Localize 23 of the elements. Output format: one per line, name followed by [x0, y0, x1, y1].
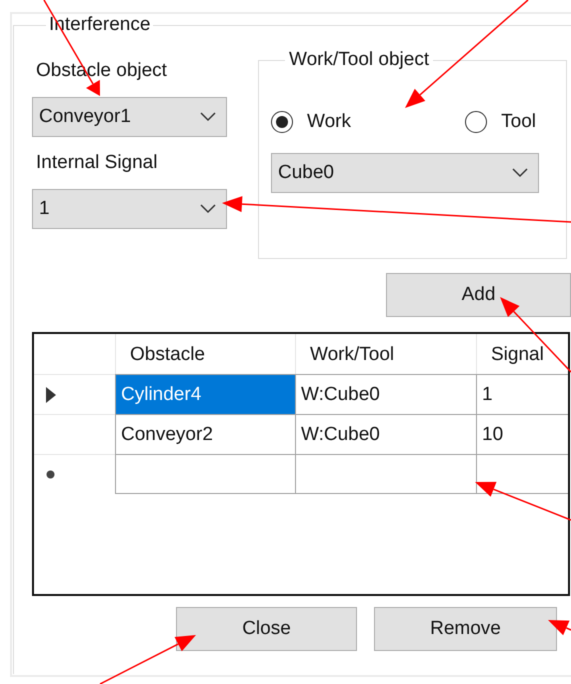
table-cell[interactable]: Cylinder4 — [115, 374, 295, 414]
work-tool-dropdown[interactable]: Cube0 — [271, 153, 539, 193]
field-label: Internal Signal — [36, 151, 158, 175]
radio-option[interactable]: Work — [271, 111, 351, 133]
chevron-down-icon — [200, 204, 216, 214]
chevron-down-icon — [512, 168, 528, 178]
table-cell[interactable]: Conveyor2 — [115, 414, 295, 454]
group-title: Work/Tool object — [288, 49, 430, 71]
annotation-arrow — [548, 620, 571, 636]
new-row-icon — [46, 470, 55, 479]
signal-dropdown[interactable]: 1 — [32, 189, 227, 229]
remove-button[interactable]: Remove — [374, 607, 557, 651]
table-cell[interactable]: W:Cube0 — [295, 374, 476, 414]
close-button[interactable]: Close — [176, 607, 357, 651]
chevron-down-icon — [200, 112, 216, 122]
table-cell[interactable]: 10 — [476, 414, 568, 454]
radio-option[interactable]: Tool — [465, 111, 536, 133]
table-cell[interactable]: 1 — [476, 374, 568, 414]
radio-button[interactable] — [465, 111, 488, 133]
radio-button[interactable] — [271, 111, 293, 133]
table-cell[interactable]: W:Cube0 — [295, 414, 476, 454]
add-button[interactable]: Add — [386, 273, 571, 317]
obstacle-dropdown[interactable]: Conveyor1 — [32, 97, 227, 137]
